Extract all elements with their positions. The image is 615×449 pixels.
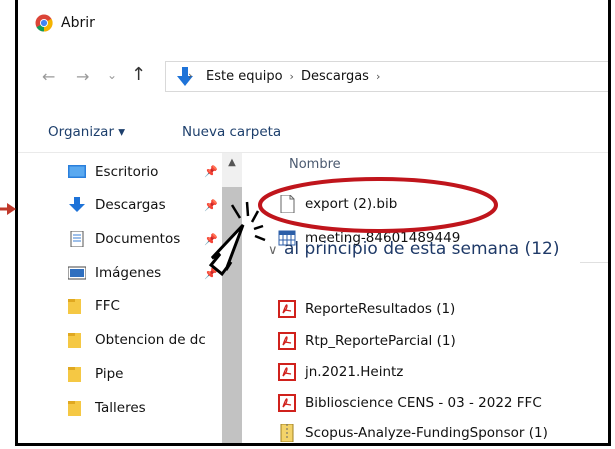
group-divider [580, 262, 608, 263]
scroll-up-arrow-icon[interactable]: ▲ [224, 157, 240, 171]
documents-icon [70, 231, 84, 247]
pictures-icon [68, 266, 86, 280]
breadcrumb-separator: › [188, 69, 193, 82]
desktop-icon [68, 165, 86, 178]
pin-icon: 📌 [204, 165, 218, 178]
folder-icon [68, 299, 81, 314]
pdf-icon [278, 363, 296, 381]
file-name: Scopus-Analyze-FundingSponsor (1) [305, 425, 548, 441]
sidebar-item-label: Obtencion de dc [95, 332, 206, 348]
zip-icon [280, 424, 294, 442]
new-folder-button[interactable]: Nueva carpeta [182, 124, 281, 140]
sidebar-item-label: Escritorio [95, 164, 159, 180]
up-button[interactable]: ↑ [131, 64, 146, 85]
pdf-icon [278, 332, 296, 350]
pdf-icon [278, 394, 296, 412]
file-name: Rtp_ReporteParcial (1) [305, 333, 456, 349]
sidebar-item-label: Talleres [95, 400, 146, 416]
title-bar: Abrir [18, 0, 608, 40]
sidebar-item-label: Imágenes [95, 265, 162, 281]
forward-button[interactable]: → [76, 67, 89, 86]
folder-icon [68, 333, 81, 348]
breadcrumb-descargas[interactable]: Descargas [301, 69, 369, 84]
command-bar: Organizar ▾ Nueva carpeta [18, 112, 608, 153]
breadcrumb-separator: › [375, 70, 381, 83]
download-icon [69, 197, 85, 212]
address-bar[interactable]: › Este equipo › Descargas › [165, 61, 608, 92]
back-button[interactable]: ← [42, 67, 55, 86]
breadcrumb-este-equipo[interactable]: Este equipo [206, 69, 283, 84]
sidebar-scrollbar-thumb[interactable] [222, 187, 242, 443]
pdf-icon [278, 300, 296, 318]
sidebar-item-label: FFC [95, 298, 120, 314]
file-name: ReporteResultados (1) [305, 301, 456, 317]
pin-icon: 📌 [204, 199, 218, 212]
navigation-pane: ▲ Escritorio 📌 Descargas 📌 Documentos 📌 … [18, 153, 248, 443]
organize-menu-button[interactable]: Organizar ▾ [48, 124, 125, 140]
chevron-down-icon: ∨ [268, 243, 278, 258]
group-label: al principio de esta semana (12) [284, 239, 560, 259]
group-header[interactable]: ∨ al principio de esta semana (12) [268, 239, 559, 259]
folder-icon [68, 367, 81, 382]
pin-icon: 📌 [204, 267, 218, 280]
sidebar-item-label: Pipe [95, 366, 124, 382]
file-name: export (2).bib [305, 196, 398, 212]
window-title: Abrir [61, 15, 95, 31]
folder-icon [68, 401, 81, 416]
column-header-name[interactable]: Nombre [289, 157, 341, 172]
red-arrow-icon [0, 203, 16, 215]
recent-locations-button[interactable]: ⌄ [107, 68, 117, 82]
pin-icon: 📌 [204, 233, 218, 246]
sidebar-item-label: Documentos [95, 231, 181, 247]
sidebar-item-label: Descargas [95, 197, 166, 213]
breadcrumb: Este equipo › Descargas › [206, 69, 387, 84]
chrome-icon [35, 14, 53, 32]
file-name: Biblioscience CENS - 03 - 2022 FFC [305, 395, 542, 411]
breadcrumb-separator: › [289, 70, 294, 83]
file-name: jn.2021.Heintz [305, 364, 404, 380]
file-list: Nombre export (2).bib meeting-8460148944… [248, 153, 608, 443]
file-icon [280, 195, 295, 213]
open-file-dialog: Abrir ← → ⌄ ↑ › Este equipo › Descargas › O… [15, 0, 611, 446]
navigation-bar: ← → ⌄ ↑ › Este equipo › Descargas › [18, 54, 608, 98]
